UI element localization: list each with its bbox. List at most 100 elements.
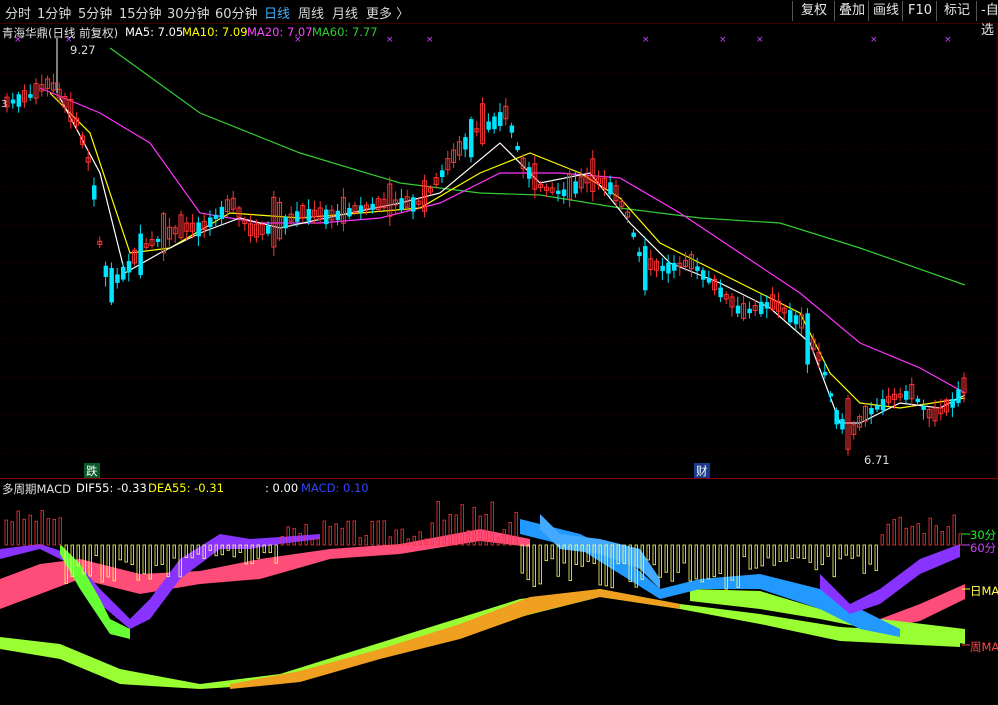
- hist-bar: [952, 514, 956, 546]
- candlestick-chart[interactable]: × × × × × × × × × × 青海华鼎(日线 前复权) MA5: 7.05 MA10: …: [0, 23, 998, 479]
- candle-body: [358, 205, 364, 213]
- tab-weekly[interactable]: 周线: [298, 3, 324, 22]
- candles: [4, 73, 967, 456]
- tab-30min[interactable]: 30分钟: [167, 3, 210, 22]
- macd-bands: [0, 514, 965, 689]
- candle-body: [608, 182, 613, 195]
- candle-body: [295, 211, 300, 222]
- hist-bar: [268, 544, 272, 554]
- candle-body: [155, 238, 161, 242]
- candle-body: [283, 216, 288, 229]
- dea-value: DEA55: -0.31: [148, 481, 224, 495]
- hist-bar: [520, 544, 524, 574]
- candle-body: [805, 313, 810, 365]
- tab-60min[interactable]: 60分钟: [215, 3, 258, 22]
- ma-path: [59, 97, 966, 424]
- hist-bar: [556, 544, 560, 577]
- event-label-finance[interactable]: 财: [694, 463, 710, 479]
- hist-bar: [730, 544, 734, 581]
- macd-panel[interactable]: 多周期MACD DIF55: -0.33 DEA55: -0.31 : 0.00…: [0, 479, 998, 701]
- hist-bar: [364, 535, 368, 546]
- candle-body: [875, 405, 880, 410]
- hist-bar: [682, 544, 686, 564]
- hist-bar: [22, 518, 26, 546]
- candle-body: [880, 399, 886, 411]
- label-daily-ma: 日MA: [970, 584, 998, 598]
- hist-bar: [718, 544, 722, 574]
- hist-bar: [10, 521, 14, 546]
- hist-bar: [928, 517, 932, 546]
- hist-bar: [370, 520, 374, 546]
- hist-bar: [946, 526, 950, 546]
- watchlist-button[interactable]: -自选: [976, 1, 998, 38]
- hist-bar: [394, 529, 398, 546]
- event-mark: ×: [870, 35, 878, 45]
- hist-bar: [892, 519, 896, 546]
- candle-body: [822, 371, 828, 376]
- macd-canvas[interactable]: [0, 479, 998, 701]
- candle-body: [213, 214, 219, 219]
- candle-body: [196, 222, 201, 237]
- candle-body: [828, 393, 834, 397]
- hist-bar: [874, 544, 878, 571]
- weekly-band-orange: [230, 589, 680, 689]
- event-marks: × × × × × × × × × ×: [14, 35, 952, 93]
- candle-body: [921, 405, 926, 410]
- tab-5min[interactable]: 5分钟: [78, 3, 112, 22]
- hist-bar: [772, 544, 776, 566]
- hist-bar: [118, 544, 122, 561]
- ma-path: [49, 92, 966, 409]
- hist-bar: [814, 544, 818, 571]
- hist-bar: [910, 525, 914, 546]
- tab-timeshare[interactable]: 分时: [5, 3, 31, 22]
- hist-bar: [838, 544, 842, 560]
- candle-body: [347, 208, 352, 217]
- hist-bar: [862, 544, 866, 574]
- candle-body: [660, 265, 665, 272]
- tab-15min[interactable]: 15分钟: [119, 3, 162, 22]
- candle-body: [631, 232, 636, 237]
- mark-button[interactable]: 标记: [936, 1, 977, 21]
- hist-bar: [352, 520, 356, 546]
- candle-body: [138, 233, 143, 276]
- hist-bar: [94, 544, 98, 556]
- hist-bar: [922, 533, 926, 546]
- event-mark: ×: [944, 35, 952, 45]
- overlay-button[interactable]: 叠加: [834, 1, 869, 21]
- hist-bar: [880, 534, 884, 546]
- hist-bar: [658, 544, 662, 578]
- right-ticks: [962, 533, 970, 646]
- candle-body: [793, 315, 799, 325]
- tab-monthly[interactable]: 月线: [332, 3, 358, 22]
- ma-path: [39, 87, 966, 394]
- tab-daily[interactable]: 日线: [264, 3, 290, 22]
- f10-button[interactable]: F10: [902, 1, 937, 21]
- ma10-legend: MA10: 7.09: [182, 25, 248, 39]
- hist-bar: [670, 544, 674, 582]
- tab-1min[interactable]: 1分钟: [37, 3, 71, 22]
- hist-bar: [130, 544, 134, 565]
- event-label-fall[interactable]: 跌: [84, 463, 100, 479]
- candle-body: [573, 181, 578, 194]
- candlestick-canvas[interactable]: × × × × × × × × × ×: [0, 23, 998, 478]
- hist-bar: [52, 518, 56, 546]
- candle-body: [637, 252, 642, 257]
- draw-line-button[interactable]: 画线: [868, 1, 903, 21]
- hist-bar: [916, 523, 920, 546]
- candle-body: [718, 287, 723, 298]
- hist-bar: [748, 544, 752, 570]
- candle-body: [509, 125, 515, 133]
- event-mark: ×: [386, 35, 394, 45]
- hist-bar: [808, 544, 812, 563]
- candle-body: [92, 185, 97, 200]
- hist-bar: [526, 544, 530, 581]
- candle-body: [115, 274, 120, 283]
- hist-bar: [316, 538, 320, 546]
- hist-bar: [802, 544, 806, 559]
- hist-bar: [700, 544, 704, 583]
- hist-bar: [832, 544, 836, 578]
- candle-body: [788, 310, 793, 323]
- adjust-button[interactable]: 复权: [792, 1, 835, 21]
- tab-more[interactable]: 更多 〉: [366, 3, 409, 22]
- candle-body: [28, 94, 33, 98]
